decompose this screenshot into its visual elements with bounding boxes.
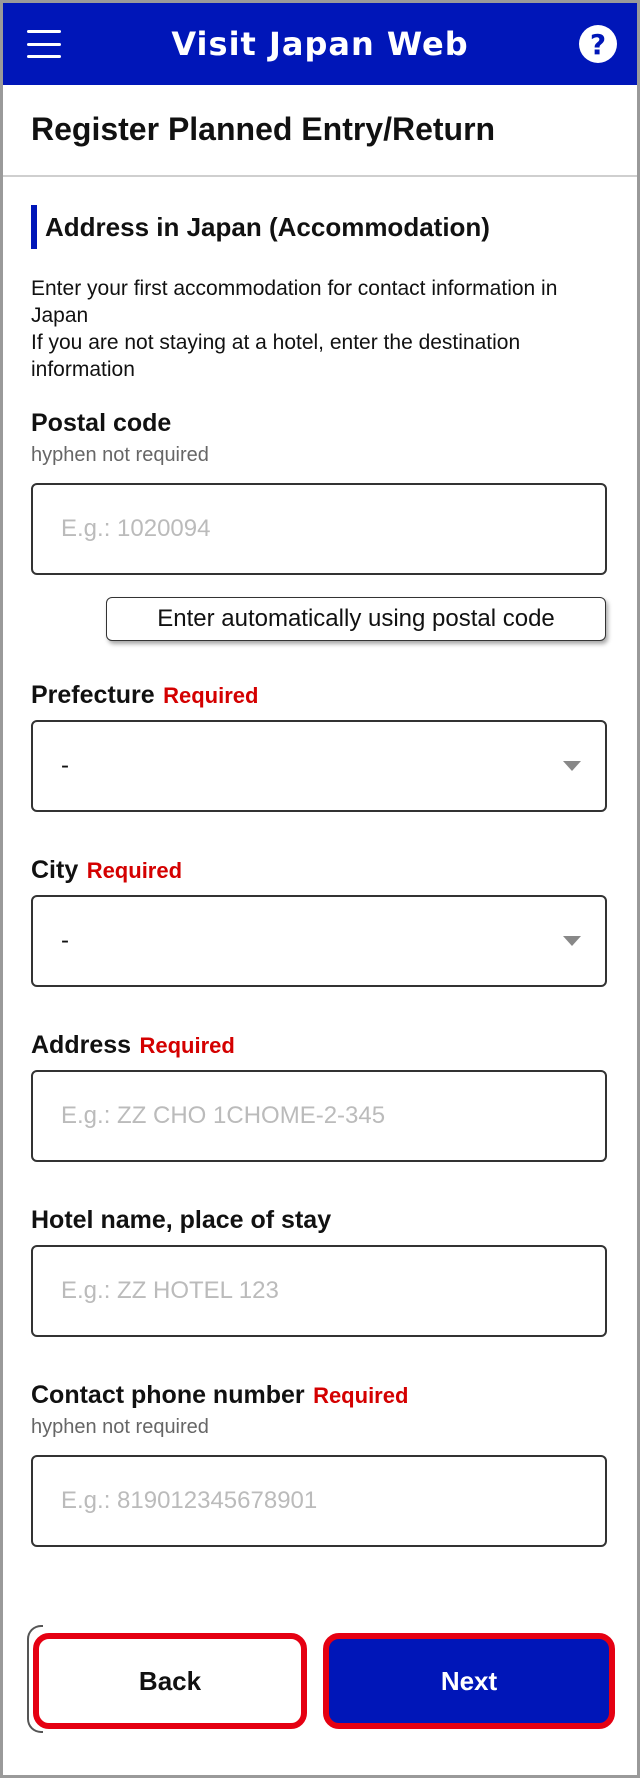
postal-code-label: Postal code — [31, 409, 172, 437]
hotel-field: Hotel name, place of stay E.g.: ZZ HOTEL… — [31, 1206, 609, 1337]
required-badge: Required — [163, 683, 259, 708]
section-heading: Address in Japan (Accommodation) — [31, 205, 609, 249]
back-button[interactable]: Back — [33, 1633, 307, 1729]
prefecture-value: - — [61, 752, 69, 779]
phone-hint: hyphen not required — [31, 1416, 209, 1438]
address-field: Address Required E.g.: ZZ CHO 1CHOME-2-3… — [31, 1031, 609, 1162]
chevron-down-icon — [563, 761, 581, 771]
prefecture-select[interactable]: - — [31, 720, 607, 812]
address-input[interactable]: E.g.: ZZ CHO 1CHOME-2-345 — [31, 1070, 607, 1162]
app-title: Visit Japan Web — [171, 25, 469, 63]
address-label-row: Address Required — [31, 1031, 609, 1060]
hotel-input[interactable]: E.g.: ZZ HOTEL 123 — [31, 1245, 607, 1337]
city-value: - — [61, 927, 69, 954]
phone-field: Contact phone number Required hyphen not… — [31, 1381, 609, 1547]
next-button[interactable]: Next — [323, 1633, 615, 1729]
prefecture-field: Prefecture Required - — [31, 681, 609, 812]
phone-label-row: Contact phone number Required — [31, 1381, 609, 1410]
required-badge: Required — [86, 858, 183, 883]
description-line-1: Enter your first accommodation for conta… — [31, 277, 558, 327]
address-label: Address — [31, 1031, 132, 1059]
prefecture-label: Prefecture — [31, 681, 155, 709]
postal-code-field: Postal code hyphen not required E.g.: 10… — [31, 409, 609, 641]
city-label: City — [31, 856, 79, 884]
city-select[interactable]: - — [31, 895, 607, 987]
form-content: Address in Japan (Accommodation) Enter y… — [3, 205, 637, 1547]
section-accent-bar — [31, 205, 37, 249]
prefecture-label-row: Prefecture Required — [31, 681, 609, 710]
chevron-down-icon — [563, 936, 581, 946]
page-title-bar: Register Planned Entry/Return — [3, 85, 637, 177]
hotel-label: Hotel name, place of stay — [31, 1206, 332, 1234]
section-description: Enter your first accommodation for conta… — [31, 275, 609, 383]
postal-code-hint: hyphen not required — [31, 444, 209, 466]
section-title: Address in Japan (Accommodation) — [45, 211, 490, 242]
description-line-2: If you are not staying at a hotel, enter… — [31, 331, 521, 381]
required-badge: Required — [139, 1033, 235, 1058]
city-field: City Required - — [31, 856, 609, 987]
auto-fill-postal-button[interactable]: Enter automatically using postal code — [106, 597, 606, 641]
footer-actions: Back Next — [3, 1625, 637, 1735]
help-icon[interactable]: ? — [579, 25, 617, 63]
phone-input[interactable]: E.g.: 819012345678901 — [31, 1455, 607, 1547]
postal-code-input[interactable]: E.g.: 1020094 — [31, 483, 607, 575]
app-header: Visit Japan Web ? — [3, 3, 637, 85]
page-title: Register Planned Entry/Return — [31, 111, 496, 147]
required-badge: Required — [313, 1383, 409, 1408]
phone-label: Contact phone number — [31, 1381, 305, 1409]
city-label-row: City Required — [31, 856, 609, 885]
app-frame: Visit Japan Web ? Register Planned Entry… — [0, 0, 640, 1778]
hamburger-icon[interactable] — [27, 30, 61, 58]
